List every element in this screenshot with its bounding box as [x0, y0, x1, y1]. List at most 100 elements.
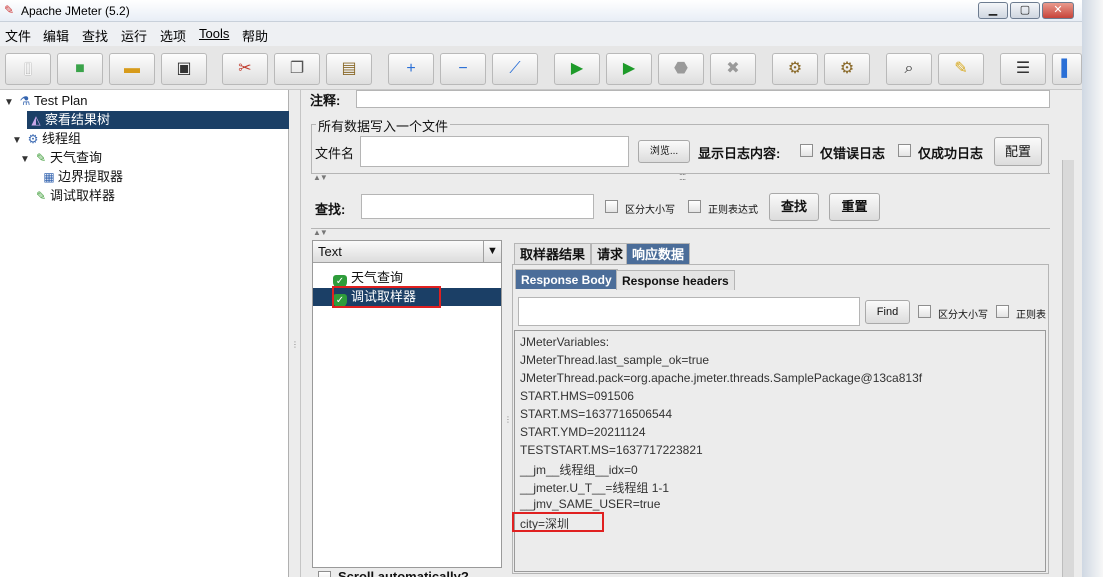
- clear-all-button[interactable]: ⚙: [824, 53, 870, 85]
- tree-item-label: 线程组: [42, 131, 82, 146]
- case-sensitive-checkbox[interactable]: [605, 200, 618, 213]
- filename-field[interactable]: [360, 136, 629, 167]
- close-button[interactable]: ✕: [1042, 2, 1074, 19]
- clear-button[interactable]: ⚙: [772, 53, 818, 85]
- templates-button[interactable]: ■: [57, 53, 103, 85]
- paste-button[interactable]: ▤: [326, 53, 372, 85]
- body-find-button[interactable]: Find: [865, 300, 910, 324]
- tab-request[interactable]: 请求: [591, 243, 630, 265]
- write-to-file-legend: 所有数据写入一个文件: [316, 116, 451, 135]
- body-regex-checkbox[interactable]: [996, 305, 1009, 318]
- tree-item-thread-group[interactable]: ▼ ⚙ 线程组: [12, 130, 282, 148]
- start-no-timers-button[interactable]: ▶: [606, 53, 652, 85]
- menu-bar: 文件 编辑 查找 运行 选项 Tools 帮助: [0, 22, 1082, 46]
- errors-only-label: 仅错误日志: [820, 146, 886, 161]
- stop-button[interactable]: ⬣: [658, 53, 704, 85]
- collapse-button[interactable]: −: [440, 53, 486, 85]
- open-icon: ▬: [124, 60, 140, 77]
- result-item-weather-query[interactable]: ✓ 天气查询: [313, 269, 501, 289]
- panel-divider-top[interactable]: ▲▼ ⁚⁚⁚⁚: [311, 173, 1050, 183]
- toggle-button[interactable]: ⟋: [492, 53, 538, 85]
- search-icon: ⌕: [904, 60, 914, 77]
- reset-button[interactable]: 重置: [829, 193, 880, 221]
- success-only-checkbox[interactable]: [898, 144, 911, 157]
- errors-only-checkbox[interactable]: [800, 144, 813, 157]
- tree-item-label: 调试取样器: [50, 188, 116, 203]
- highlight-box-debug-sampler: [332, 286, 441, 308]
- listener-icon: ◭: [31, 113, 41, 127]
- tree-item-label: Test Plan: [34, 93, 88, 108]
- start-button[interactable]: ▶: [554, 53, 600, 85]
- clear-icon: ⚙: [787, 60, 803, 77]
- open-button[interactable]: ▬: [109, 53, 155, 85]
- function-helper-button[interactable]: ☰: [1000, 53, 1046, 85]
- chevron-down-icon[interactable]: ▼: [20, 151, 32, 169]
- save-button[interactable]: ▣: [161, 53, 207, 85]
- save-icon: ▣: [176, 60, 192, 77]
- test-plan-tree[interactable]: ▼ ⚗ Test Plan ◭ 察看结果树 ▼ ⚙ 线程组 ▼ ✎ 天气查询 ▦ 边界提取器 ✎…: [0, 90, 289, 577]
- body-case-checkbox[interactable]: [918, 305, 931, 318]
- search-button[interactable]: ⌕: [886, 53, 932, 85]
- cut-button[interactable]: ✂: [222, 53, 268, 85]
- response-line: JMeterThread.last_sample_ok=true: [520, 353, 710, 367]
- help-button[interactable]: ▌: [1052, 53, 1082, 85]
- chevron-down-icon[interactable]: ▼: [12, 132, 24, 150]
- reset-search-icon: ✎: [954, 60, 968, 77]
- tree-item-weather-query[interactable]: ▼ ✎ 天气查询: [20, 149, 280, 167]
- tab-sampler-result[interactable]: 取样器结果: [514, 243, 592, 265]
- shutdown-button[interactable]: ✖: [710, 53, 756, 85]
- start-icon: ▶: [570, 60, 584, 77]
- tree-splitter[interactable]: ⋮⋮: [289, 90, 306, 577]
- response-line: __jm__线程组__idx=0: [520, 463, 638, 477]
- menu-options[interactable]: 选项: [160, 26, 186, 45]
- tree-item-view-results-tree[interactable]: ◭ 察看结果树: [27, 111, 289, 129]
- window-title: Apache JMeter (5.2): [21, 4, 130, 18]
- regex-checkbox[interactable]: [688, 200, 701, 213]
- new-plan-button[interactable]: ▯: [5, 53, 51, 85]
- menu-tools[interactable]: Tools: [199, 26, 229, 41]
- thread-group-icon: ⚙: [27, 132, 39, 146]
- panel-divider-bottom[interactable]: ▲▼: [311, 228, 1050, 238]
- menu-help[interactable]: 帮助: [242, 26, 268, 45]
- menu-run[interactable]: 运行: [121, 26, 147, 45]
- response-line: START.YMD=20211124: [520, 425, 646, 439]
- scroll-auto-checkbox[interactable]: [318, 571, 331, 577]
- reset-search-button[interactable]: ✎: [938, 53, 984, 85]
- renderer-select[interactable]: Text ▼: [313, 241, 501, 263]
- browse-button[interactable]: 浏览...: [638, 140, 690, 163]
- response-line: __jmeter.U_T__=线程组 1-1: [520, 481, 670, 495]
- regex-label: 正则表达式: [708, 205, 758, 216]
- tab-response-headers[interactable]: Response headers: [616, 270, 735, 290]
- menu-file[interactable]: 文件: [5, 26, 31, 45]
- search-input[interactable]: [361, 194, 594, 219]
- scroll-auto-label: Scroll automatically?: [338, 569, 469, 577]
- chevron-down-icon[interactable]: ▼: [483, 241, 501, 262]
- response-line: TESTSTART.MS=1637717223821: [520, 443, 703, 457]
- find-button[interactable]: 查找: [769, 193, 819, 221]
- tree-item-debug-sampler[interactable]: ✎ 调试取样器: [32, 187, 282, 205]
- panel-scrollbar[interactable]: [1062, 160, 1074, 577]
- tree-item-boundary-extractor[interactable]: ▦ 边界提取器: [40, 168, 280, 186]
- tab-response-body[interactable]: Response Body: [515, 269, 618, 289]
- configure-button[interactable]: 配置: [994, 137, 1042, 166]
- divider-arrows-icon[interactable]: ▲▼: [313, 173, 328, 182]
- tree-item-test-plan[interactable]: ▼ ⚗ Test Plan: [4, 92, 284, 110]
- menu-search[interactable]: 查找: [82, 26, 108, 45]
- menu-edit[interactable]: 编辑: [43, 26, 69, 45]
- response-body-text[interactable]: JMeterVariables: JMeterThread.last_sampl…: [514, 330, 1046, 572]
- copy-icon: ❐: [289, 60, 305, 77]
- minimize-button[interactable]: ▁: [978, 2, 1008, 19]
- cut-icon: ✂: [238, 60, 252, 77]
- expand-button[interactable]: +: [388, 53, 434, 85]
- comment-label: 注释:: [310, 93, 341, 108]
- maximize-button[interactable]: ▢: [1010, 2, 1040, 19]
- copy-button[interactable]: ❐: [274, 53, 320, 85]
- body-search-input[interactable]: [518, 297, 860, 326]
- response-line: JMeterThread.pack=org.apache.jmeter.thre…: [520, 371, 923, 385]
- expand-icon: +: [406, 60, 416, 77]
- divider-arrows-icon[interactable]: ▲▼: [313, 228, 328, 237]
- chevron-down-icon[interactable]: ▼: [4, 94, 16, 112]
- tab-response-data[interactable]: 响应数据: [626, 243, 691, 265]
- comment-field[interactable]: [356, 90, 1050, 108]
- title-bar: ✎ Apache JMeter (5.2) ▁ ▢ ✕: [0, 0, 1082, 22]
